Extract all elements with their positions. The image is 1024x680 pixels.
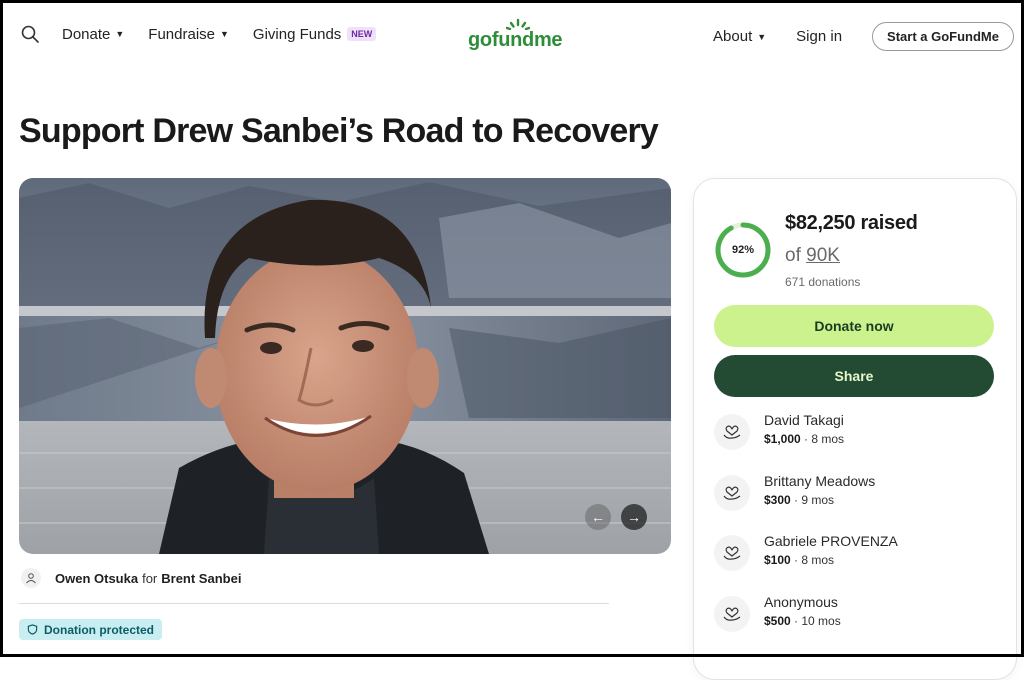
donor-name: Gabriele PROVENZA (764, 533, 898, 549)
donor-time: · 8 mos (794, 553, 835, 567)
sign-in-link[interactable]: Sign in (796, 28, 842, 45)
heart-hand-icon (714, 596, 750, 632)
donor-name: David Takagi (764, 412, 844, 428)
donor-meta: $1,000 · 8 mos (764, 432, 844, 446)
share-button[interactable]: Share (714, 355, 994, 397)
nav-giving-funds-label: Giving Funds (252, 25, 342, 43)
campaign-photo (19, 178, 671, 554)
nav-fundraise-label: Fundraise (148, 25, 215, 43)
page-title: Support Drew Sanbei’s Road to Recovery (19, 112, 659, 150)
sign-in-label: Sign in (796, 28, 843, 45)
new-badge: NEW (347, 27, 377, 41)
shield-icon (27, 624, 38, 635)
divider (19, 603, 609, 604)
gofundme-logo[interactable]: gofundme (468, 18, 568, 54)
donation-sidebar: 92% $82,250 raised of 90K 671 donations … (693, 178, 1017, 680)
nav-about-label: About (713, 28, 753, 45)
donor-amount: $500 (764, 614, 791, 628)
donor-amount: $300 (764, 493, 791, 507)
donor-meta: $500 · 10 mos (764, 614, 841, 628)
arrow-left-icon[interactable]: ← (585, 504, 611, 530)
donor-time: · 9 mos (794, 493, 835, 507)
donor-name: Brittany Meadows (764, 473, 876, 489)
nav-giving-funds-link[interactable]: Giving Funds NEW (252, 25, 377, 43)
nav-left: Donate ▼ Fundraise ▼ Giving Funds NEW (20, 24, 400, 44)
goal-of-text: of (785, 245, 801, 266)
organizer-for-text: for (142, 570, 158, 586)
top-navigation: Donate ▼ Fundraise ▼ Giving Funds NEW go… (0, 0, 1024, 70)
donor-list-item: Anonymous $500 · 10 mos (714, 593, 841, 632)
donor-time: · 10 mos (794, 614, 841, 628)
donor-meta: $300 · 9 mos (764, 493, 875, 507)
nav-donate-menu[interactable]: Donate ▼ (62, 26, 124, 43)
donate-now-button[interactable]: Donate now (714, 305, 994, 347)
donor-name: Anonymous (764, 594, 838, 610)
caret-down-icon: ▼ (220, 29, 229, 39)
nav-fundraise-menu[interactable]: Fundraise ▼ (148, 26, 229, 43)
donor-list-item: Brittany Meadows $300 · 9 mos (714, 472, 875, 511)
search-icon[interactable] (20, 24, 40, 44)
nav-about-menu[interactable]: About ▼ (713, 28, 766, 45)
donor-amount: $1,000 (764, 432, 801, 446)
heart-hand-icon (714, 475, 750, 511)
heart-hand-icon (714, 535, 750, 571)
goal-amount: 90K (806, 245, 840, 266)
nav-right: About ▼ Sign in Start a GoFundMe (713, 22, 1014, 51)
donation-protected-badge[interactable]: Donation protected (19, 619, 162, 640)
user-icon (21, 568, 41, 588)
nav-donate-label: Donate (62, 25, 111, 43)
donation-count: 671 donations (785, 275, 861, 289)
caret-down-icon: ▼ (115, 29, 125, 39)
progress-percent: 92% (731, 244, 755, 256)
donor-list-item: David Takagi $1,000 · 8 mos (714, 411, 844, 450)
donor-time: · 8 mos (804, 432, 845, 446)
logo-text: gofundme (468, 29, 563, 51)
goal-line: of 90K (785, 245, 840, 267)
organizer-line: Owen Otsuka for Brent Sanbei (21, 568, 241, 588)
heart-hand-icon (714, 414, 750, 450)
beneficiary-name[interactable]: Brent Sanbei (161, 571, 241, 586)
start-gofundme-button[interactable]: Start a GoFundMe (872, 22, 1014, 51)
amount-raised: $82,250 raised (785, 212, 918, 234)
campaign-hero-image[interactable]: ← → (19, 178, 671, 554)
donor-amount: $100 (764, 553, 791, 567)
donor-list-item: Gabriele PROVENZA $100 · 8 mos (714, 532, 898, 571)
donor-meta: $100 · 8 mos (764, 553, 898, 567)
arrow-right-icon[interactable]: → (621, 504, 647, 530)
organizer-name[interactable]: Owen Otsuka (55, 571, 138, 586)
caret-down-icon: ▼ (757, 31, 767, 42)
donation-protected-label: Donation protected (44, 622, 154, 637)
